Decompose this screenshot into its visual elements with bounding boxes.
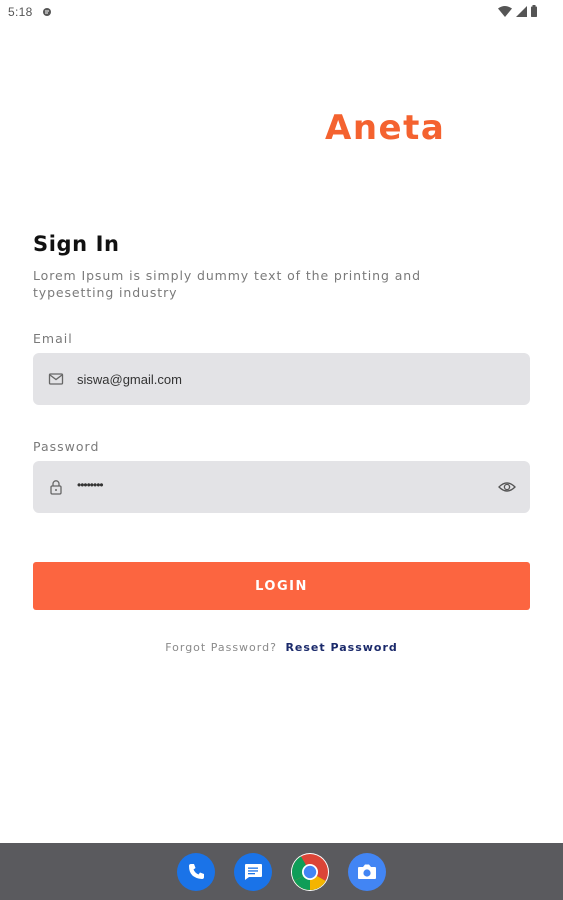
phone-icon [189,863,204,879]
forgot-password-text: Forgot Password? [165,641,277,654]
login-button[interactable]: LOGIN [33,562,530,610]
page-subtitle: Lorem Ipsum is simply dummy text of the … [33,268,421,300]
status-icons [498,5,537,17]
messages-icon [245,863,262,880]
signal-icon [516,5,527,17]
password-field[interactable]: •••••••• [33,461,530,513]
email-value[interactable]: siswa@gmail.com [77,372,182,387]
reset-password-link[interactable]: Reset Password [285,641,397,654]
eye-icon[interactable] [498,479,516,495]
email-field[interactable]: siswa@gmail.com [33,353,530,405]
messages-app-icon[interactable] [234,852,272,891]
status-time: 5:18 [8,5,33,19]
battery-icon [531,5,537,17]
forgot-password-row: Forgot Password? Reset Password [0,641,563,654]
mail-icon [48,373,64,385]
password-value[interactable]: •••••••• [77,478,104,492]
notification-icon [43,8,51,16]
brand-logo-text: Aneta [325,108,446,148]
wifi-icon [498,5,512,17]
password-label: Password [33,439,100,454]
camera-icon [358,864,376,879]
app-dock [0,843,563,900]
lock-icon [50,480,62,495]
camera-app-icon[interactable] [348,852,386,891]
chrome-app-icon[interactable] [291,852,329,891]
page-title: Sign In [33,232,120,256]
phone-app-icon[interactable] [177,852,215,891]
chrome-icon [292,853,328,890]
email-label: Email [33,331,73,346]
status-bar: 5:18 [0,0,563,24]
